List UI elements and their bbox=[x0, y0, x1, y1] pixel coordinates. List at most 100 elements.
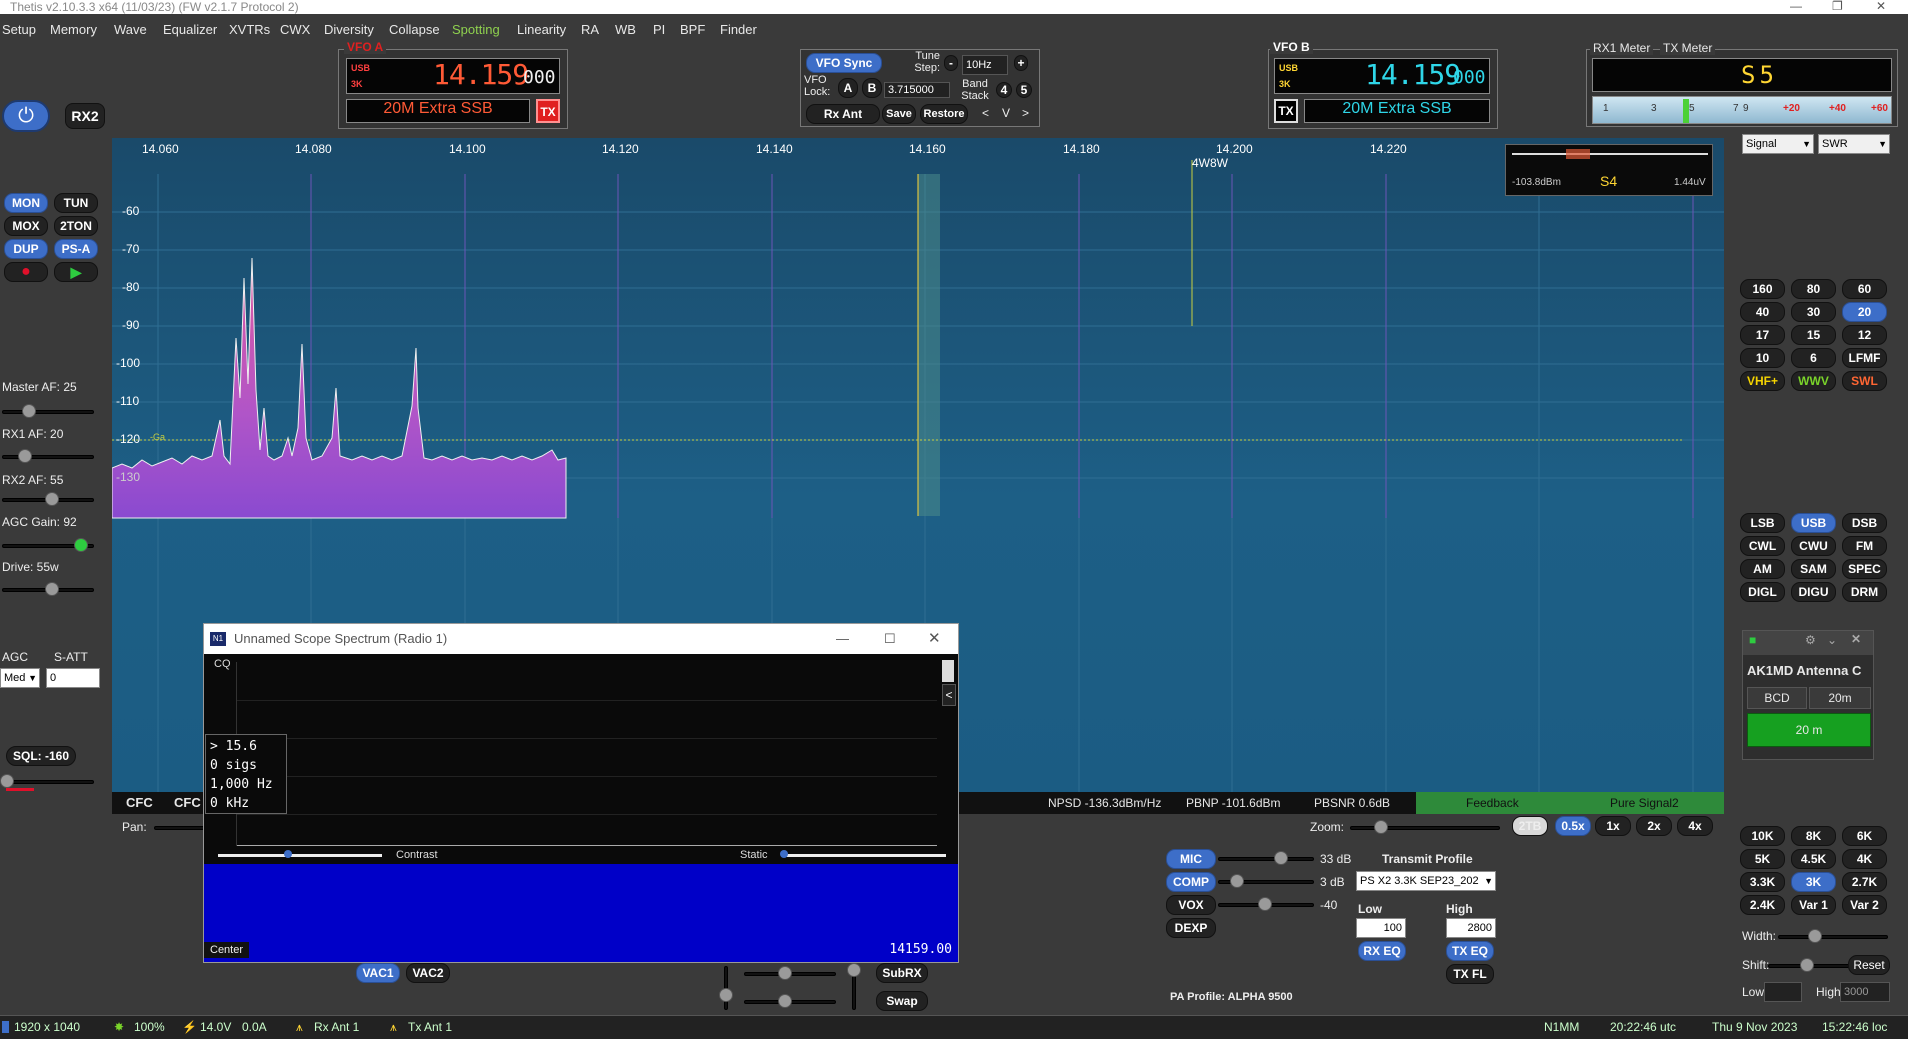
antenna-active-button[interactable]: 20 m bbox=[1747, 713, 1871, 747]
agc-marker[interactable]: -Ga bbox=[150, 432, 165, 442]
dup-button[interactable]: DUP bbox=[4, 239, 48, 259]
mox-button[interactable]: MOX bbox=[4, 216, 48, 236]
maximize-icon[interactable]: ☐ bbox=[884, 624, 896, 654]
tx-high-field[interactable]: 2800 bbox=[1446, 918, 1496, 938]
filter-high-field[interactable]: 3000 bbox=[1840, 982, 1890, 1002]
subrx-knob-1[interactable] bbox=[778, 966, 792, 980]
band-stack-4[interactable]: 4 bbox=[996, 82, 1012, 98]
lock-freq-field[interactable]: 3.715000 bbox=[884, 82, 950, 98]
reset-button[interactable]: Reset bbox=[1848, 955, 1890, 975]
zoom-knob[interactable] bbox=[1374, 820, 1388, 834]
filter-button-3k[interactable]: 3K bbox=[1791, 872, 1836, 892]
tx-eq-button[interactable]: TX EQ bbox=[1446, 941, 1494, 961]
filter-button-4k[interactable]: 4K bbox=[1842, 849, 1887, 869]
contrast-knob[interactable] bbox=[284, 850, 292, 858]
filter-button-3-3k[interactable]: 3.3K bbox=[1740, 872, 1785, 892]
filter-button-8k[interactable]: 8K bbox=[1791, 826, 1836, 846]
swap-button[interactable]: Swap bbox=[876, 991, 928, 1011]
menu-xvtrs[interactable]: XVTRs bbox=[229, 22, 270, 37]
minimize-icon[interactable]: — bbox=[836, 624, 849, 654]
menu-bpf[interactable]: BPF bbox=[680, 22, 705, 37]
menu-setup[interactable]: Setup bbox=[2, 22, 36, 37]
band-button-swl[interactable]: SWL bbox=[1842, 371, 1887, 391]
menu-ra[interactable]: RA bbox=[581, 22, 599, 37]
band-button-60[interactable]: 60 bbox=[1842, 279, 1887, 299]
filter-button-10k[interactable]: 10K bbox=[1740, 826, 1785, 846]
sql-knob[interactable] bbox=[0, 774, 14, 788]
band-button-vhf-[interactable]: VHF+ bbox=[1740, 371, 1785, 391]
rx2-af-knob[interactable] bbox=[44, 492, 59, 506]
band-button-17[interactable]: 17 bbox=[1740, 325, 1785, 345]
zoom-faded-button[interactable]: 2TB bbox=[1512, 816, 1548, 836]
tx-low-field[interactable]: 100 bbox=[1356, 918, 1406, 938]
menu-cwx[interactable]: CWX bbox=[280, 22, 310, 37]
rx2-button[interactable]: RX2 bbox=[65, 103, 105, 129]
mode-button-digu[interactable]: DIGU bbox=[1791, 582, 1836, 602]
tune-step-down[interactable]: - bbox=[944, 55, 958, 71]
pin-icon[interactable]: ■ bbox=[1749, 633, 1756, 647]
mode-button-spec[interactable]: SPEC bbox=[1842, 559, 1887, 579]
tun-button[interactable]: TUN bbox=[54, 193, 98, 213]
close-icon[interactable]: ✕ bbox=[1876, 0, 1886, 13]
width-knob[interactable] bbox=[1808, 929, 1822, 943]
band-button-30[interactable]: 30 bbox=[1791, 302, 1836, 322]
band-button-6[interactable]: 6 bbox=[1791, 348, 1836, 368]
master-af-slider[interactable] bbox=[2, 410, 94, 414]
mode-button-fm[interactable]: FM bbox=[1842, 536, 1887, 556]
filter-button-2-7k[interactable]: 2.7K bbox=[1842, 872, 1887, 892]
static-knob[interactable] bbox=[780, 850, 788, 858]
band-next[interactable]: > bbox=[1022, 106, 1029, 120]
swr-select[interactable]: SWR ▼ bbox=[1818, 134, 1890, 154]
cfc-indicator-1[interactable]: CFC bbox=[126, 795, 153, 810]
menu-wb[interactable]: WB bbox=[615, 22, 636, 37]
subrx-knob-2[interactable] bbox=[778, 994, 792, 1008]
mode-button-usb[interactable]: USB bbox=[1791, 513, 1836, 533]
drive-knob[interactable] bbox=[44, 582, 59, 596]
s-att-stepper[interactable]: 0 bbox=[46, 668, 100, 688]
sql-slider[interactable] bbox=[2, 780, 94, 784]
menu-finder[interactable]: Finder bbox=[720, 22, 757, 37]
mode-button-am[interactable]: AM bbox=[1740, 559, 1785, 579]
menu-diversity[interactable]: Diversity bbox=[324, 22, 374, 37]
menu-spotting[interactable]: Spotting bbox=[452, 22, 500, 37]
zoom-0-5x[interactable]: 0.5x bbox=[1555, 816, 1591, 836]
scope-center-label[interactable]: Center bbox=[204, 942, 250, 958]
vertical-knob-right[interactable] bbox=[847, 963, 861, 977]
mic-knob[interactable] bbox=[1274, 851, 1288, 865]
menu-equalizer[interactable]: Equalizer bbox=[163, 22, 217, 37]
filter-button-4-5k[interactable]: 4.5K bbox=[1791, 849, 1836, 869]
pan-slider[interactable] bbox=[154, 826, 210, 830]
scope-collapse-button[interactable]: < bbox=[942, 684, 956, 706]
contrast-slider[interactable] bbox=[218, 854, 382, 857]
filter-button-var-1[interactable]: Var 1 bbox=[1791, 895, 1836, 915]
vox-button[interactable]: VOX bbox=[1166, 895, 1216, 915]
vac1-button[interactable]: VAC1 bbox=[356, 963, 400, 983]
vfo-lock-a[interactable]: A bbox=[838, 78, 858, 98]
band-button-20[interactable]: 20 bbox=[1842, 302, 1887, 322]
maximize-icon[interactable]: ❐ bbox=[1832, 0, 1843, 13]
vertical-knob-left[interactable] bbox=[719, 988, 733, 1002]
menu-pi[interactable]: PI bbox=[653, 22, 665, 37]
save-button[interactable]: Save bbox=[882, 104, 916, 124]
ps-a-button[interactable]: PS-A bbox=[54, 239, 98, 259]
sql-button[interactable]: SQL: -160 bbox=[6, 746, 76, 766]
vfo-a-tx-button[interactable]: TX bbox=[536, 99, 560, 123]
antenna-band[interactable]: 20m bbox=[1809, 687, 1871, 709]
shift-knob[interactable] bbox=[1800, 958, 1814, 972]
vfo-b-display[interactable]: USB 3K 14.159 000 bbox=[1274, 58, 1490, 94]
zoom-slider[interactable] bbox=[1350, 826, 1500, 830]
mode-button-cwu[interactable]: CWU bbox=[1791, 536, 1836, 556]
vfo-b-band[interactable]: 20M Extra SSB bbox=[1304, 99, 1490, 123]
filter-button-5k[interactable]: 5K bbox=[1740, 849, 1785, 869]
agc-select[interactable]: Med ▼ bbox=[0, 668, 40, 688]
filter-button-var-2[interactable]: Var 2 bbox=[1842, 895, 1887, 915]
zoom-2x[interactable]: 2x bbox=[1636, 816, 1672, 836]
band-button-wwv[interactable]: WWV bbox=[1791, 371, 1836, 391]
mode-button-drm[interactable]: DRM bbox=[1842, 582, 1887, 602]
band-button-lfmf[interactable]: LFMF bbox=[1842, 348, 1887, 368]
mic-button[interactable]: MIC bbox=[1166, 849, 1216, 869]
menu-linearity[interactable]: Linearity bbox=[517, 22, 566, 37]
mode-button-cwl[interactable]: CWL bbox=[1740, 536, 1785, 556]
close-icon[interactable]: ✕ bbox=[1851, 632, 1861, 646]
signal-select[interactable]: Signal ▼ bbox=[1742, 134, 1814, 154]
